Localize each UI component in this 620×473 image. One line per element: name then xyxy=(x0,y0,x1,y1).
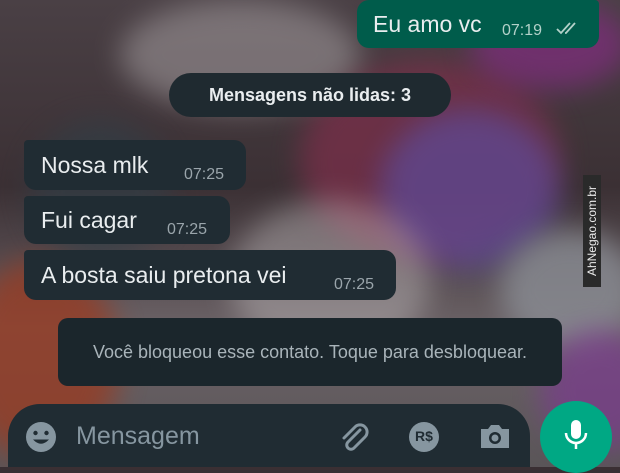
voice-record-button[interactable] xyxy=(540,401,612,473)
mic-icon xyxy=(562,418,590,457)
blocked-notice-text: Você bloqueou esse contato. Toque para d… xyxy=(92,342,527,362)
site-watermark: AhNegao.com.br xyxy=(583,175,601,287)
read-receipt-icon xyxy=(555,20,581,41)
message-text: Eu amo vc xyxy=(373,11,482,37)
message-text: Fui cagar xyxy=(41,207,137,233)
message-text: Nossa mlk xyxy=(41,152,149,178)
attach-icon[interactable] xyxy=(336,420,372,461)
message-time: 07:25 xyxy=(184,166,225,183)
message-time: 07:25 xyxy=(167,221,208,238)
payment-icon[interactable]: R$ xyxy=(408,421,440,458)
incoming-message[interactable]: Nossa mlk 07:25 xyxy=(24,140,246,190)
emoji-icon[interactable] xyxy=(24,420,58,459)
message-time: 07:19 xyxy=(502,22,543,39)
outgoing-message[interactable]: Eu amo vc 07:19 xyxy=(357,0,599,48)
message-input[interactable]: Mensagem xyxy=(76,422,200,451)
incoming-message[interactable]: A bosta saiu pretona vei 07:25 xyxy=(24,250,396,300)
payment-label: R$ xyxy=(415,428,433,444)
camera-icon[interactable] xyxy=(478,422,512,455)
message-time: 07:25 xyxy=(334,276,375,293)
message-composer: Mensagem R$ xyxy=(8,404,530,467)
watermark-text: AhNegao.com.br xyxy=(585,185,599,277)
incoming-message[interactable]: Fui cagar 07:25 xyxy=(24,196,230,244)
unread-messages-banner: Mensagens não lidas: 3 xyxy=(169,73,451,117)
blocked-contact-notice[interactable]: Você bloqueou esse contato. Toque para d… xyxy=(58,318,562,386)
message-text: A bosta saiu pretona vei xyxy=(41,262,287,288)
